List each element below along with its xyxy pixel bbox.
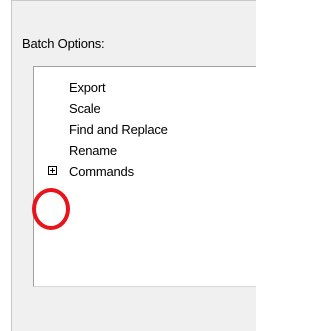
batch-options-label: Batch Options: <box>22 36 105 51</box>
list-item-label: Scale <box>69 101 101 116</box>
plus-box-icon[interactable] <box>48 166 57 175</box>
list-item-commands[interactable]: Commands <box>34 161 168 182</box>
list-item-label: Find and Replace <box>69 122 168 137</box>
list-item-find-and-replace[interactable]: Find and Replace <box>34 119 168 140</box>
list-item-rename[interactable]: Rename <box>34 140 168 161</box>
list-item-label: Rename <box>69 143 117 158</box>
batch-options-list[interactable]: Export Scale Find and Replace Rename Com… <box>33 66 256 287</box>
list-item-scale[interactable]: Scale <box>34 98 168 119</box>
list-item-export[interactable]: Export <box>34 77 168 98</box>
batch-options-items: Export Scale Find and Replace Rename Com… <box>34 77 168 182</box>
list-item-label: Commands <box>69 164 134 179</box>
list-item-label: Export <box>69 80 106 95</box>
